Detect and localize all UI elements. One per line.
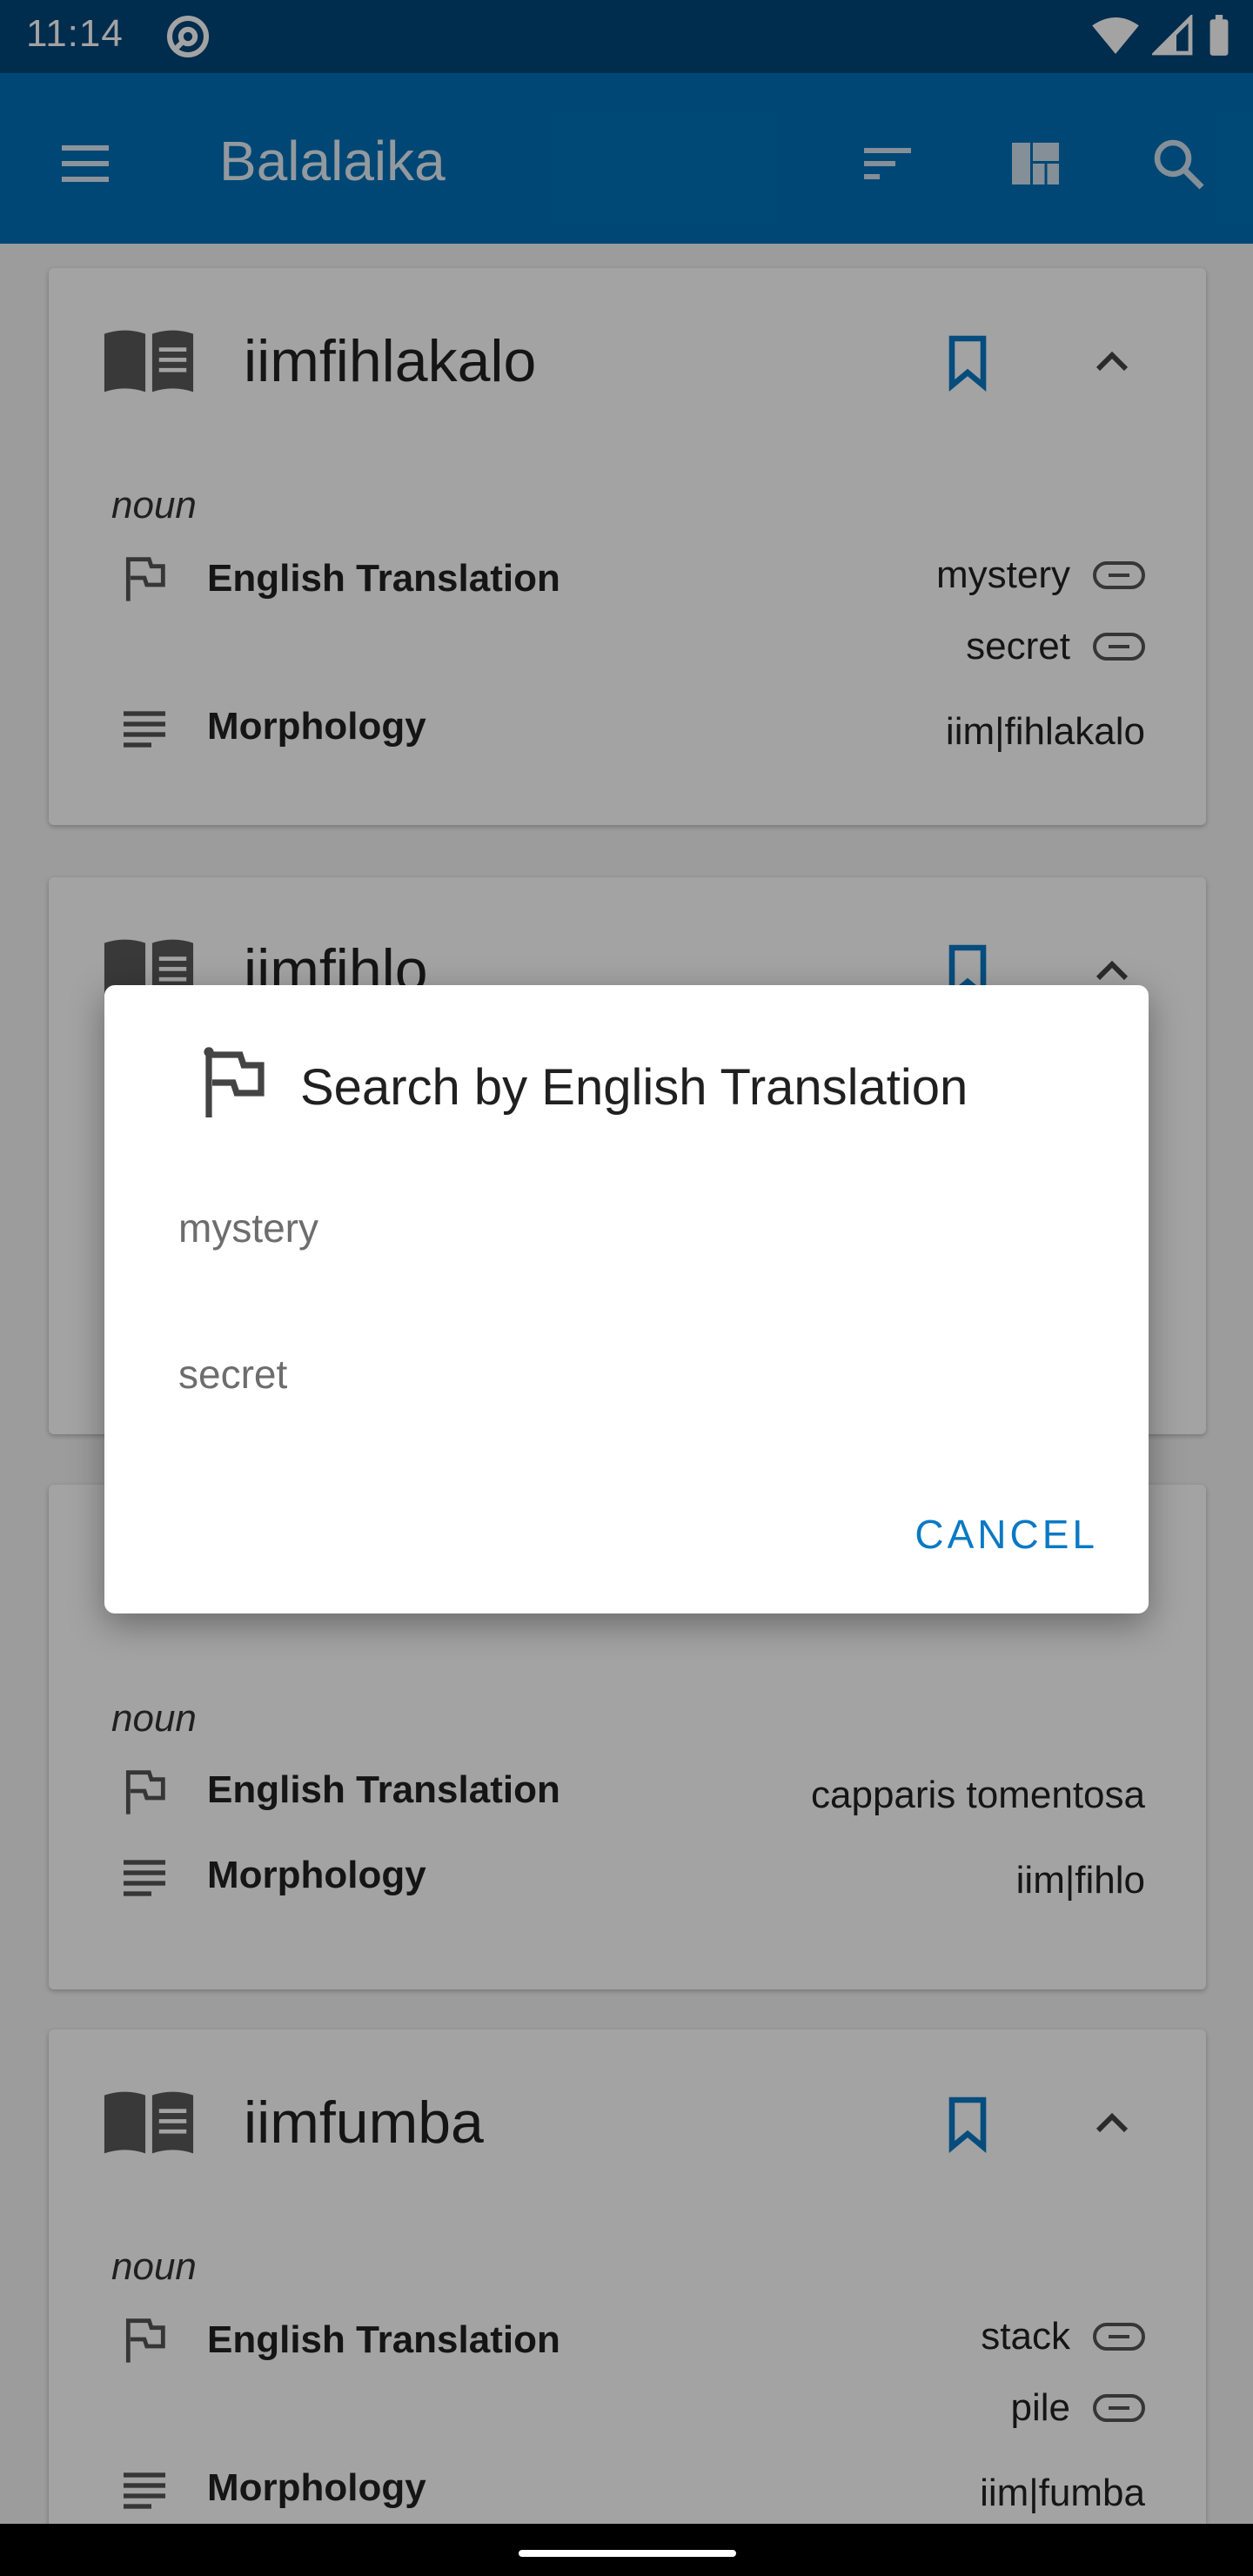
home-handle[interactable] — [519, 2550, 736, 2557]
cancel-button[interactable]: CANCEL — [915, 1511, 1098, 1558]
dialog-option[interactable]: mystery — [178, 1204, 318, 1251]
flag-icon — [204, 1047, 265, 1117]
search-dialog: Search by English Translation mystery se… — [104, 985, 1149, 1613]
dialog-title: Search by English Translation — [300, 1059, 968, 1116]
navigation-bar — [0, 2524, 1253, 2576]
dialog-option[interactable]: secret — [178, 1351, 287, 1398]
